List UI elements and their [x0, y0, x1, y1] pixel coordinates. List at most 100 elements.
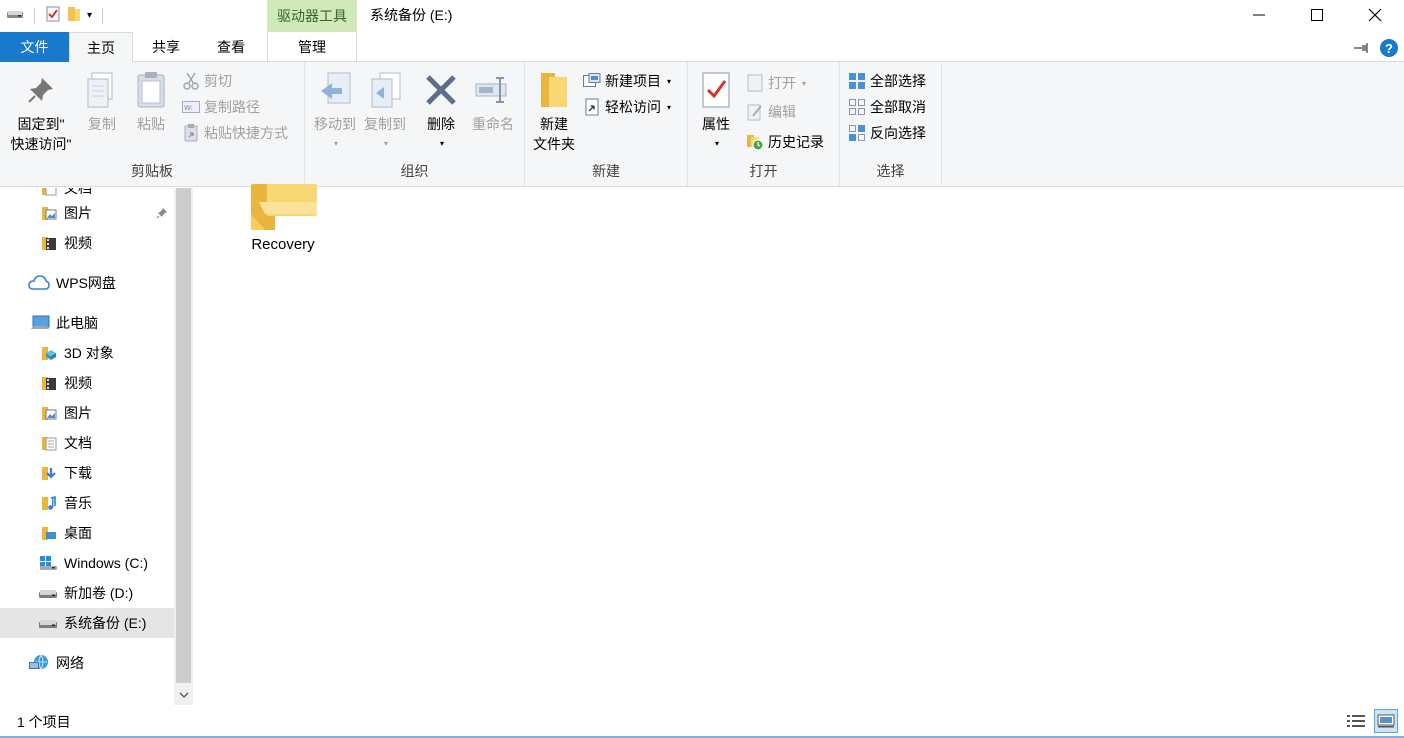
- copy-path-icon: W:: [182, 98, 200, 116]
- properties-icon[interactable]: [45, 6, 61, 25]
- help-icon[interactable]: ?: [1380, 39, 1398, 57]
- select-none-button[interactable]: 全部取消: [848, 95, 926, 119]
- delete-button[interactable]: 删除 ▾: [421, 70, 461, 154]
- edit-button[interactable]: 编辑: [746, 100, 796, 124]
- nav-item-this-pc[interactable]: 此电脑: [0, 308, 174, 338]
- easy-access-label: 轻松访问: [605, 99, 661, 115]
- nav-item-pictures[interactable]: 图片: [0, 398, 174, 428]
- pin-ribbon-icon[interactable]: [1354, 40, 1370, 56]
- new-folder-button[interactable]: 新建 文件夹: [529, 70, 579, 154]
- nav-item-label: 文档: [64, 188, 92, 196]
- tab-view[interactable]: 查看: [199, 32, 263, 62]
- cut-button[interactable]: 剪切: [182, 69, 232, 93]
- nav-item-label: 新加卷 (D:): [64, 585, 134, 601]
- new-group-label: 新建: [592, 163, 620, 179]
- nav-item-wps-cloud[interactable]: WPS网盘: [0, 268, 174, 298]
- copy-path-button[interactable]: W: 复制路径: [182, 95, 260, 119]
- new-item-icon: [583, 72, 601, 90]
- nav-item-label: 图片: [64, 405, 92, 421]
- pin-to-quick-access-button[interactable]: 固定到" 快速访问": [6, 70, 76, 154]
- clipboard-group-label: 剪贴板: [131, 163, 173, 179]
- copy-button[interactable]: 复制: [82, 70, 122, 134]
- large-icons-view-button[interactable]: [1374, 709, 1398, 733]
- nav-item-music[interactable]: 音乐: [0, 488, 174, 518]
- rename-button[interactable]: 重命名: [467, 70, 519, 134]
- nav-item-downloads[interactable]: 下载: [0, 458, 174, 488]
- copy-to-button[interactable]: 复制到 ▾: [359, 70, 411, 154]
- new-folder-icon[interactable]: [67, 6, 81, 25]
- history-label: 历史记录: [768, 134, 824, 150]
- chevron-down-icon: ▾: [802, 78, 807, 88]
- documents-icon: [40, 434, 58, 452]
- tab-manage[interactable]: 管理: [267, 32, 357, 62]
- tab-share[interactable]: 共享: [135, 32, 197, 62]
- nav-scrollbar[interactable]: [174, 188, 193, 705]
- edit-label: 编辑: [768, 104, 796, 120]
- nav-item-windows-c[interactable]: Windows (C:): [0, 548, 174, 578]
- videos-icon: [40, 374, 58, 392]
- nav-item-label: 视频: [64, 375, 92, 391]
- folder-item-label: Recovery: [251, 236, 315, 253]
- select-group-label: 选择: [876, 163, 905, 179]
- copy-icon: [82, 70, 122, 110]
- select-all-button[interactable]: 全部选择: [848, 69, 926, 93]
- customize-qat-icon[interactable]: ▾: [87, 10, 92, 21]
- details-view-button[interactable]: [1344, 709, 1368, 733]
- paste-button[interactable]: 粘贴: [131, 70, 171, 134]
- select-none-icon: [848, 98, 866, 116]
- new-item-button[interactable]: 新建项目 ▾: [583, 69, 671, 93]
- new-folder-label-1: 新建: [540, 116, 568, 132]
- move-to-icon: [315, 70, 355, 110]
- nav-item-label: 文档: [64, 435, 92, 451]
- close-icon: [1368, 8, 1382, 22]
- file-list[interactable]: Recovery: [193, 184, 1404, 705]
- nav-item-desktop[interactable]: 桌面: [0, 518, 174, 548]
- folder-item-recovery[interactable]: Recovery: [233, 184, 333, 264]
- organize-group: 移动到 ▾ 复制到 ▾ 删除 ▾ 重命名 组织: [305, 62, 525, 186]
- nav-item-videos[interactable]: 视频: [0, 368, 174, 398]
- rename-label: 重命名: [472, 116, 514, 132]
- properties-icon: [696, 70, 736, 110]
- properties-button[interactable]: 属性 ▾: [696, 70, 736, 154]
- history-button[interactable]: 历史记录: [746, 130, 824, 154]
- invert-selection-button[interactable]: 反向选择: [848, 121, 926, 145]
- minimize-icon: [1253, 14, 1265, 16]
- new-group: 新建 文件夹 新建项目 ▾ 轻松访问 ▾ 新建: [525, 62, 688, 186]
- scroll-down-button[interactable]: [174, 685, 193, 705]
- nav-item-3d-objects[interactable]: 3D 对象: [0, 338, 174, 368]
- details-view-icon: [1347, 715, 1365, 727]
- easy-access-button[interactable]: 轻松访问 ▾: [583, 95, 671, 119]
- pinned-icon[interactable]: [156, 206, 168, 222]
- item-count: 1 个项目: [17, 714, 71, 730]
- windows-drive-icon: [38, 554, 58, 572]
- maximize-button[interactable]: [1288, 0, 1346, 30]
- tab-home[interactable]: 主页: [69, 32, 133, 63]
- nav-item-pictures-quick[interactable]: 图片: [0, 198, 174, 228]
- title-bar: ▾ 驱动器工具 系统备份 (E:): [0, 0, 1404, 32]
- delete-icon: [421, 70, 461, 110]
- documents-icon: [40, 188, 58, 197]
- invert-selection-icon: [848, 124, 866, 142]
- close-button[interactable]: [1346, 0, 1404, 30]
- downloads-icon: [40, 464, 58, 482]
- minimize-button[interactable]: [1230, 0, 1288, 30]
- nav-item-videos-quick[interactable]: 视频: [0, 228, 174, 258]
- select-group: 全部选择 全部取消 反向选择 选择: [840, 62, 942, 186]
- chevron-down-icon: [179, 692, 188, 698]
- quick-access-toolbar: ▾: [6, 6, 107, 25]
- move-to-button[interactable]: 移动到 ▾: [309, 70, 361, 154]
- edit-icon: [746, 103, 764, 121]
- nav-item-documents[interactable]: 文档: [0, 428, 174, 458]
- nav-item-drive-e[interactable]: 系统备份 (E:): [0, 608, 174, 638]
- paste-shortcut-button[interactable]: 粘贴快捷方式: [182, 121, 288, 145]
- tab-file[interactable]: 文件: [0, 32, 69, 62]
- drive-icon[interactable]: [6, 7, 24, 24]
- paste-shortcut-icon: [182, 124, 200, 142]
- open-label: 打开: [768, 75, 796, 91]
- nav-item-network[interactable]: 网络: [0, 648, 174, 678]
- nav-item-drive-d[interactable]: 新加卷 (D:): [0, 578, 174, 608]
- open-group-label: 打开: [749, 163, 778, 179]
- scrollbar-thumb[interactable]: [176, 188, 191, 683]
- open-button[interactable]: 打开 ▾: [746, 71, 806, 95]
- select-none-label: 全部取消: [870, 99, 926, 115]
